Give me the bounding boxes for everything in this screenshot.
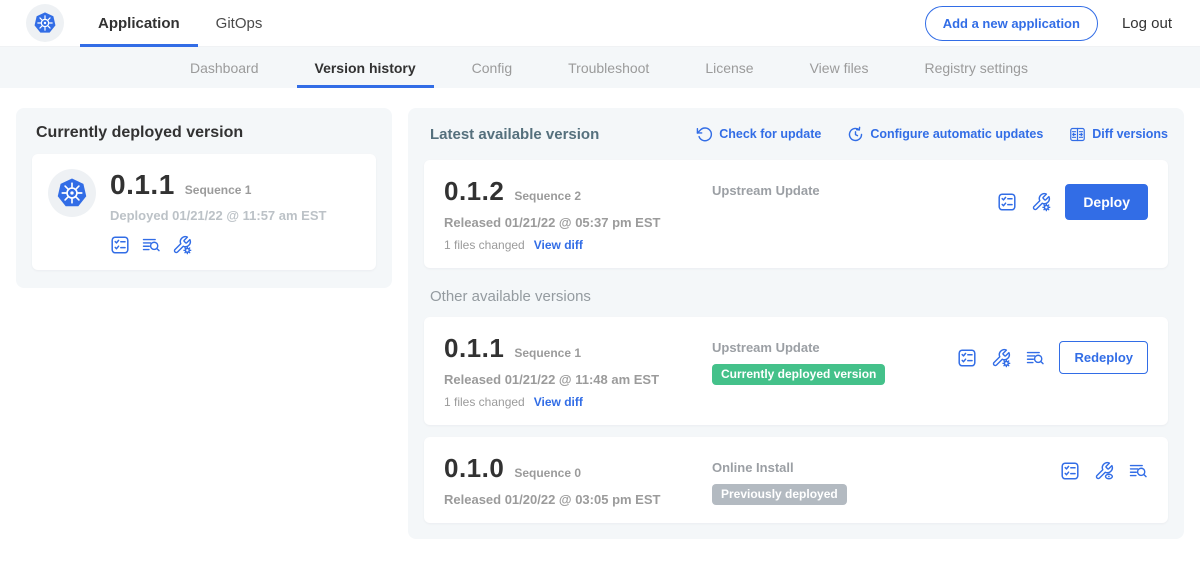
version-label: 0.1.0 — [444, 453, 504, 484]
app-badge — [48, 169, 96, 217]
deployed-version-label: 0.1.1 — [110, 169, 175, 201]
logout-button[interactable]: Log out — [1122, 15, 1172, 32]
released-timestamp: Released 01/21/22 @ 05:37 pm EST — [444, 215, 696, 230]
kubernetes-logo-icon — [34, 12, 56, 34]
top-nav: Application GitOps Add a new application… — [0, 0, 1200, 47]
configure-automatic-updates-link[interactable]: Configure automatic updates — [847, 126, 1043, 143]
view-logs-icon[interactable] — [141, 235, 161, 255]
deploy-button[interactable]: Deploy — [1065, 184, 1148, 220]
version-card-0-1-2: 0.1.2 Sequence 2 Released 01/21/22 @ 05:… — [424, 160, 1168, 268]
diff-versions-label: Diff versions — [1092, 127, 1168, 141]
edit-config-icon[interactable] — [1031, 192, 1051, 212]
view-diff-link[interactable]: View diff — [534, 395, 583, 409]
subnav-config[interactable]: Config — [444, 47, 540, 88]
top-nav-tabs: Application GitOps — [80, 0, 280, 46]
configure-automatic-updates-label: Configure automatic updates — [870, 127, 1043, 141]
edit-config-icon[interactable] — [991, 348, 1011, 368]
version-source-label: Online Install — [712, 460, 942, 475]
diff-icon — [1069, 126, 1086, 143]
subnav-license[interactable]: License — [677, 47, 781, 88]
sequence-label: Sequence 2 — [514, 189, 581, 203]
subnav-version-history[interactable]: Version history — [287, 47, 444, 88]
deployed-version-card: 0.1.1 Sequence 1 Deployed 01/21/22 @ 11:… — [32, 154, 376, 270]
refresh-icon — [696, 126, 713, 143]
release-notes-icon[interactable] — [957, 348, 977, 368]
check-for-update-link[interactable]: Check for update — [696, 126, 821, 143]
sequence-label: Sequence 1 — [514, 346, 581, 360]
updates-actions: Check for update Configure automatic upd… — [696, 126, 1168, 143]
version-label: 0.1.2 — [444, 176, 504, 207]
top-nav-right: Add a new application Log out — [925, 0, 1200, 46]
redeploy-button[interactable]: Redeploy — [1059, 341, 1148, 374]
app-logo — [26, 4, 64, 42]
subnav-troubleshoot[interactable]: Troubleshoot — [540, 47, 677, 88]
deployed-timestamp: Deployed 01/21/22 @ 11:57 am EST — [110, 208, 326, 223]
version-card-0-1-0: 0.1.0 Sequence 0 Released 01/20/22 @ 03:… — [424, 437, 1168, 523]
updates-header: Latest available version Check for updat… — [424, 120, 1168, 148]
view-logs-icon[interactable] — [1128, 461, 1148, 481]
release-notes-icon[interactable] — [110, 235, 130, 255]
latest-available-title: Latest available version — [424, 126, 599, 143]
version-card-0-1-1: 0.1.1 Sequence 1 Released 01/21/22 @ 11:… — [424, 317, 1168, 425]
files-changed-label: 1 files changed — [444, 238, 525, 252]
version-source-label: Upstream Update — [712, 340, 942, 355]
version-history-page: Application GitOps Add a new application… — [0, 0, 1200, 564]
files-changed-label: 1 files changed — [444, 395, 525, 409]
deployed-sequence-label: Sequence 1 — [185, 183, 252, 197]
subnav-dashboard[interactable]: Dashboard — [162, 47, 287, 88]
version-source-label: Upstream Update — [712, 183, 942, 198]
currently-deployed-badge: Currently deployed version — [712, 364, 885, 385]
app-sub-nav: Dashboard Version history Config Trouble… — [0, 47, 1200, 88]
release-notes-icon[interactable] — [997, 192, 1017, 212]
check-for-update-label: Check for update — [719, 127, 821, 141]
tab-application[interactable]: Application — [80, 0, 198, 46]
tab-gitops[interactable]: GitOps — [198, 0, 281, 46]
view-diff-link[interactable]: View diff — [534, 238, 583, 252]
other-available-versions-title: Other available versions — [430, 288, 1168, 305]
release-notes-icon[interactable] — [1060, 461, 1080, 481]
view-logs-icon[interactable] — [1025, 348, 1045, 368]
previously-deployed-badge: Previously deployed — [712, 484, 847, 505]
add-application-button[interactable]: Add a new application — [925, 6, 1098, 41]
version-label: 0.1.1 — [444, 333, 504, 364]
diff-versions-link[interactable]: Diff versions — [1069, 126, 1168, 143]
released-timestamp: Released 01/21/22 @ 11:48 am EST — [444, 372, 696, 387]
edit-config-icon[interactable] — [172, 235, 192, 255]
sequence-label: Sequence 0 — [514, 466, 581, 480]
kubernetes-app-icon — [57, 178, 87, 208]
clock-refresh-icon — [847, 126, 864, 143]
released-timestamp: Released 01/20/22 @ 03:05 pm EST — [444, 492, 696, 507]
currently-deployed-panel: Currently deployed version 0.1.1 Sequenc… — [16, 108, 392, 288]
available-versions-panel: Latest available version Check for updat… — [408, 108, 1184, 539]
subnav-view-files[interactable]: View files — [782, 47, 897, 88]
deployed-panel-title: Currently deployed version — [32, 122, 376, 142]
subnav-registry-settings[interactable]: Registry settings — [896, 47, 1055, 88]
view-config-icon[interactable] — [1094, 461, 1114, 481]
